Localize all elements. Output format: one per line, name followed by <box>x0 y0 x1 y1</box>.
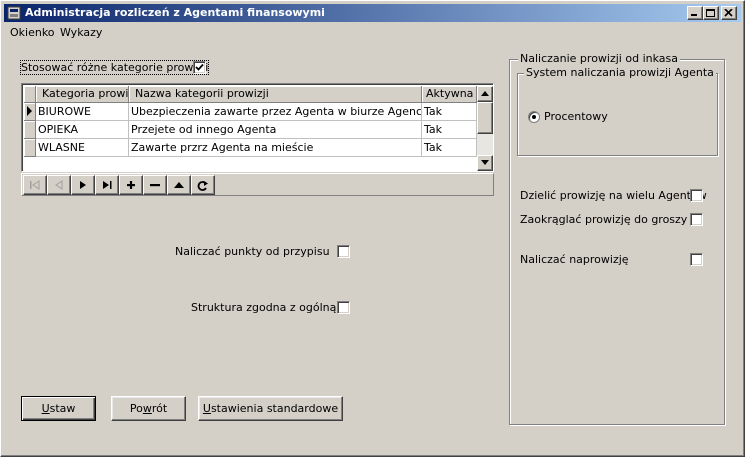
split-checkbox-label: Dzielić prowizję na wielu Agentów <box>520 189 707 202</box>
categories-checkbox[interactable] <box>193 61 206 74</box>
column-header-category[interactable]: Kategoria prowizji <box>36 86 129 103</box>
table-cell-category[interactable]: BIUROWE <box>36 103 129 121</box>
close-icon <box>724 9 733 17</box>
percentage-radio-label[interactable]: Procentowy <box>544 110 608 123</box>
prior-record-icon <box>55 180 63 190</box>
next-record-button[interactable] <box>71 175 95 195</box>
table-cell-active[interactable]: Tak <box>422 103 477 121</box>
grid-scrollbar[interactable] <box>477 86 493 171</box>
refresh-icon <box>197 181 208 191</box>
refresh-button[interactable] <box>191 175 215 195</box>
column-header-active[interactable]: Aktywna <box>422 86 477 103</box>
minus-icon <box>150 184 160 187</box>
commission-group-title: Naliczanie prowizji od inkasa <box>518 52 680 65</box>
next-record-icon <box>80 181 86 189</box>
minimize-button[interactable] <box>687 6 703 20</box>
grid-corner <box>24 86 36 103</box>
row-indicator[interactable] <box>24 139 36 157</box>
insert-record-button[interactable] <box>119 175 143 195</box>
table-cell-active[interactable]: Tak <box>422 139 477 157</box>
structure-checkbox-label: Struktura zgodna z ogólną <box>191 301 337 314</box>
points-checkbox[interactable] <box>337 245 350 258</box>
maximize-button[interactable] <box>703 6 719 20</box>
categories-grid: Kategoria prowizji Nazwa kategorii prowi… <box>21 83 494 172</box>
window-title: Administracja rozliczeń z Agentami finan… <box>25 6 325 19</box>
commission-group: Naliczanie prowizji od inkasa System nal… <box>509 52 725 425</box>
percentage-radio[interactable] <box>528 111 540 123</box>
app-icon <box>7 6 21 20</box>
row-indicator[interactable] <box>24 121 36 139</box>
title-bar[interactable]: Administracja rozliczeń z Agentami finan… <box>4 4 741 22</box>
table-cell-name[interactable]: Ubezpieczenia zawarte przez Agenta w biu… <box>129 103 422 121</box>
structure-checkbox[interactable] <box>337 301 350 314</box>
split-checkbox[interactable] <box>690 189 703 202</box>
triangle-up-icon <box>174 182 184 188</box>
close-button[interactable] <box>721 6 737 20</box>
table-cell-category[interactable]: WLASNE <box>36 139 129 157</box>
table-cell-name[interactable]: Zawarte przrz Agenta na mieście <box>129 139 422 157</box>
round-checkbox-label: Zaokrąglać prowizję do groszy <box>520 213 688 226</box>
prior-record-button[interactable] <box>47 175 71 195</box>
minimize-icon <box>691 14 697 16</box>
overcommission-checkbox[interactable] <box>690 253 703 266</box>
scroll-up-button[interactable] <box>477 86 493 102</box>
scroll-down-button[interactable] <box>477 155 493 171</box>
plus-icon <box>127 181 135 189</box>
menu-bar: Okienko Wykazy <box>4 23 741 42</box>
last-record-icon <box>103 181 112 189</box>
radio-dot <box>532 115 536 119</box>
set-button[interactable]: Ustaw <box>21 396 96 421</box>
back-button[interactable]: Powrót <box>111 396 186 421</box>
main-window: Administracja rozliczeń z Agentami finan… <box>0 0 745 457</box>
defaults-button[interactable]: Ustawienia standardowe <box>198 396 343 421</box>
round-checkbox[interactable] <box>690 213 703 226</box>
column-header-name[interactable]: Nazwa kategorii prowizji <box>129 86 422 103</box>
last-record-button[interactable] <box>95 175 119 195</box>
table-cell-category[interactable]: OPIEKA <box>36 121 129 139</box>
scroll-thumb[interactable] <box>477 102 493 134</box>
menu-wykazy[interactable]: Wykazy <box>60 26 102 39</box>
record-navigator <box>21 173 494 196</box>
first-record-button[interactable] <box>23 175 47 195</box>
points-checkbox-label: Naliczać punkty od przypisu <box>175 245 330 258</box>
maximize-icon <box>706 9 715 17</box>
system-group: System naliczania prowizji Agenta Procen… <box>517 66 718 156</box>
table-cell-name[interactable]: Przejete od innego Agenta <box>129 121 422 139</box>
system-group-title: System naliczania prowizji Agenta <box>524 66 716 79</box>
delete-record-button[interactable] <box>143 175 167 195</box>
table-cell-active[interactable]: Tak <box>422 121 477 139</box>
overcommission-checkbox-label: Naliczać naprowizję <box>520 253 629 266</box>
menu-okienko[interactable]: Okienko <box>10 26 55 39</box>
row-indicator[interactable] <box>24 103 36 121</box>
edit-record-button[interactable] <box>167 175 191 195</box>
categories-checkbox-label[interactable]: Stosować różne kategorie prowizji <box>19 60 210 75</box>
checkmark-icon <box>195 63 204 71</box>
arrow-up-icon <box>481 91 489 96</box>
arrow-down-icon <box>481 160 489 165</box>
current-row-icon <box>27 106 32 116</box>
first-record-icon <box>30 180 40 190</box>
